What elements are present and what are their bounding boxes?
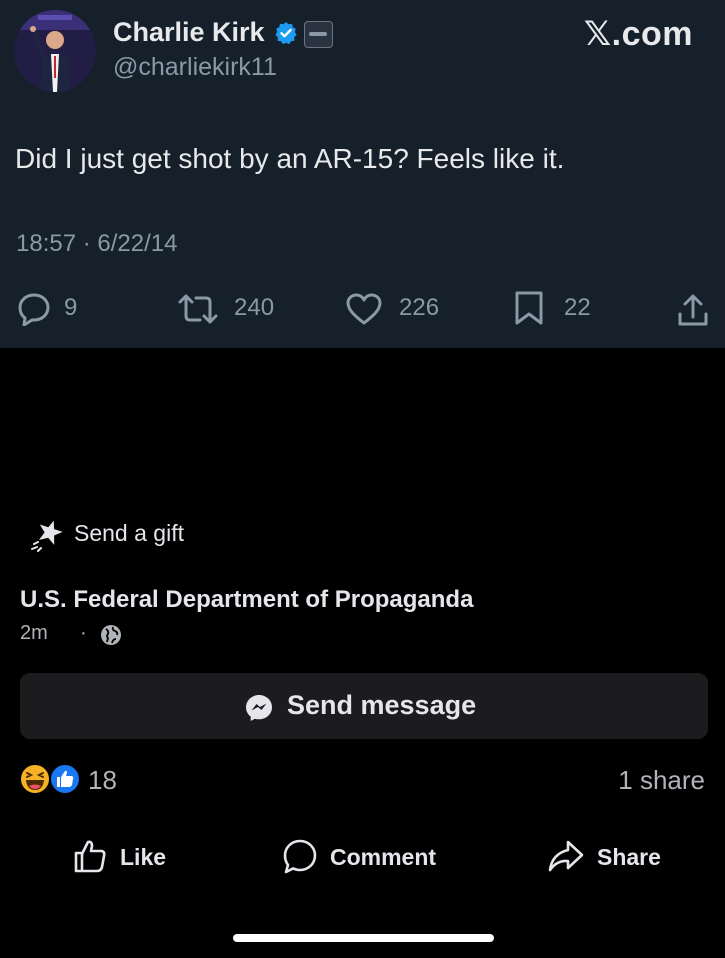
retweet-button[interactable]: 240 [176,288,286,328]
avatar-image [14,10,96,92]
comment-action-button[interactable]: Comment [282,838,452,878]
gift-star-icon [31,520,63,552]
author-handle[interactable]: @charliekirk11 [113,53,277,82]
send-message-button[interactable]: Send message [20,673,708,739]
like-action-button[interactable]: Like [72,838,182,878]
bookmark-icon [515,291,543,325]
bookmark-button[interactable]: 22 [514,288,604,328]
like-button[interactable]: 226 [345,288,455,328]
comment-bubble-icon [283,839,317,874]
reply-button[interactable]: 9 [16,288,96,328]
reaction-count: 18 [88,765,117,795]
avatar[interactable] [14,10,96,92]
post-time[interactable]: 2m [20,622,48,644]
share-count[interactable]: 1 share [618,765,705,796]
x-com-watermark: 𝕏.com [583,15,693,53]
retweet-count: 240 [234,294,275,321]
share-upload-icon [678,294,708,326]
page-name[interactable]: U.S. Federal Department of Propaganda [20,586,473,614]
home-indicator[interactable] [233,934,494,942]
send-gift-label: Send a gift [74,520,184,546]
like-count: 226 [399,294,440,321]
messenger-icon [246,695,272,721]
comment-action-label: Comment [330,844,437,870]
verified-badge-icon [275,22,297,45]
tweet-card: Charlie Kirk @charliekirk11 𝕏.com Did I … [0,0,725,348]
thumbs-up-icon [74,840,106,873]
retweet-icon [178,294,218,324]
reply-count: 9 [64,294,78,321]
affiliation-badge-icon[interactable] [304,21,333,48]
meta-separator: · [80,622,87,644]
share-arrow-icon [548,840,584,872]
author-name[interactable]: Charlie Kirk [113,17,265,48]
like-reaction-icon [49,763,81,795]
send-message-label: Send message [287,690,477,720]
share-upload-button[interactable] [676,288,712,328]
post-meta: 2m · [20,622,121,648]
tweet-timestamp[interactable]: 18:57 · 6/22/14 [16,230,177,258]
globe-icon [101,625,121,645]
share-action-button[interactable]: Share [547,838,677,878]
haha-reaction-icon [19,763,51,795]
like-heart-icon [346,293,382,325]
reply-icon [18,293,50,326]
share-action-label: Share [597,844,661,870]
bookmark-count: 22 [564,294,591,321]
like-action-label: Like [120,844,167,870]
tweet-text: Did I just get shot by an AR-15? Feels l… [15,143,565,174]
